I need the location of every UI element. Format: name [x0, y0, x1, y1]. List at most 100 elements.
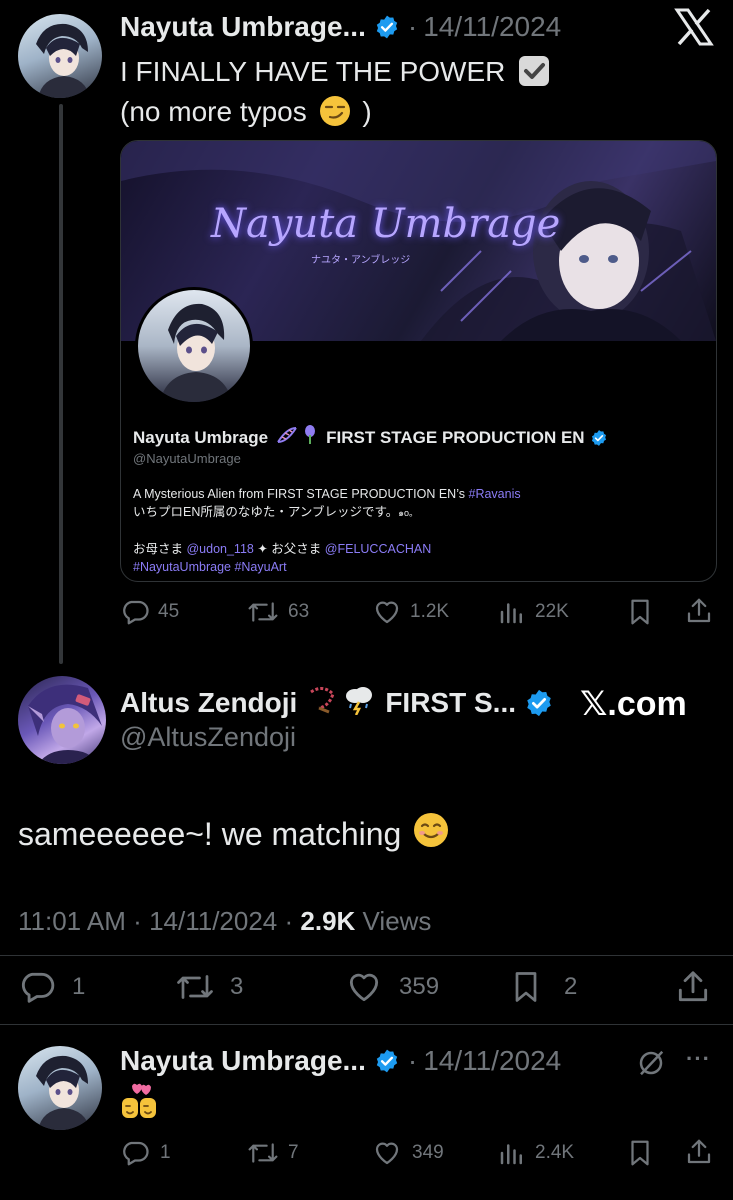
tweet-meta: 11:01 AM · 14/11/2024 · 2.9K Views	[18, 906, 431, 937]
reply-button[interactable]: 45	[120, 597, 179, 627]
dna-emoji-icon	[276, 426, 298, 449]
storm-cloud-emoji-icon	[343, 685, 375, 722]
card-bio-kaomoji: ๑o。	[398, 508, 418, 518]
prayer-beads-emoji-icon	[307, 686, 337, 721]
card-avatar	[135, 287, 253, 405]
card-handle: @NayutaUmbrage	[133, 451, 241, 466]
banner-title: Nayuta Umbrage	[211, 201, 561, 247]
author-name[interactable]: Nayuta Umbrage...	[120, 11, 366, 43]
share-icon[interactable]	[684, 1137, 714, 1167]
avatar-portrait	[36, 1055, 90, 1130]
author-avatar[interactable]	[18, 1046, 102, 1130]
reply-icon	[21, 972, 55, 1003]
faces-hearts-emoji-icon	[122, 1083, 156, 1118]
verified-badge-icon	[376, 1049, 398, 1073]
reply-button[interactable]: 1	[120, 1138, 171, 1168]
separator-dot: ·	[133, 906, 150, 936]
tweet-date[interactable]: 14/11/2024	[149, 906, 277, 936]
bookmark-count: 2	[564, 973, 578, 1000]
tweet-date[interactable]: 14/11/2024	[423, 1045, 561, 1077]
bookmark-icon[interactable]	[625, 597, 655, 627]
repost-count: 3	[230, 973, 244, 1000]
card-bio-mother: お母さま	[133, 542, 187, 556]
card-bio-line3: お母さま @udon_118 ✦ お父さま @FELUCCACHAN	[133, 540, 521, 558]
reply-button[interactable]: 1	[18, 968, 85, 1006]
repost-count: 7	[288, 1142, 299, 1163]
tweet-text-paren-close: )	[362, 96, 372, 127]
smiling-emoji-icon	[413, 812, 449, 856]
heart-icon	[375, 601, 399, 624]
repost-icon	[248, 1143, 278, 1163]
mention-link[interactable]: @FELUCCACHAN	[325, 542, 431, 556]
tweet-header: Nayuta Umbrage... · 14/11/2024	[120, 8, 561, 46]
tweet-text-paren: (no more typos	[120, 96, 307, 127]
tweet-text-line2: (no more typos )	[120, 92, 549, 132]
separator-dot: ·	[284, 906, 301, 936]
views-count: 2.4K	[535, 1142, 575, 1163]
card-bio-line4: #NayutaUmbrage #NayuArt	[133, 558, 521, 576]
avatar-portrait	[36, 23, 90, 98]
tweet-date[interactable]: 14/11/2024	[423, 11, 561, 43]
hashtag-link[interactable]: #NayutaUmbrage	[133, 560, 231, 574]
avatar-portrait	[28, 684, 102, 764]
like-count: 349	[412, 1142, 444, 1163]
tweet-emoji-content	[120, 1082, 160, 1125]
card-bio-line1: A Mysterious Alien from FIRST STAGE PROD…	[133, 485, 521, 503]
x-logo-icon[interactable]	[674, 8, 714, 46]
reply-count: 45	[158, 601, 180, 622]
views-button[interactable]: 2.4K	[497, 1138, 574, 1168]
more-options-icon[interactable]: ···	[686, 1046, 711, 1072]
reply-count: 1	[160, 1142, 171, 1163]
reply-icon	[123, 1141, 149, 1166]
reply-count: 1	[72, 973, 86, 1000]
author-avatar[interactable]	[18, 676, 106, 764]
repost-count: 63	[288, 601, 310, 622]
separator-dot: ·	[407, 1045, 418, 1076]
repost-button[interactable]: 63	[246, 597, 309, 627]
repost-button[interactable]: 7	[246, 1138, 299, 1168]
hashtag-link[interactable]: #Ravanis	[469, 487, 521, 501]
views-count[interactable]: 2.9K	[300, 906, 355, 936]
author-name[interactable]: Altus Zendoji	[120, 687, 297, 719]
card-bio-text: A Mysterious Alien from FIRST STAGE PROD…	[133, 487, 469, 501]
bookmark-icon[interactable]	[625, 1138, 655, 1168]
mention-link[interactable]: @udon_118	[186, 542, 253, 556]
tweet-header: Nayuta Umbrage... · 14/11/2024	[120, 1042, 561, 1080]
check-emoji-icon	[519, 56, 550, 86]
thread-line	[59, 104, 63, 664]
xcom-watermark: 𝕏.com	[580, 685, 687, 723]
views-chart-icon	[500, 1144, 522, 1165]
views-chart-icon	[500, 603, 522, 624]
like-button[interactable]: 349	[372, 1138, 444, 1168]
divider	[0, 955, 733, 956]
card-bio: A Mysterious Alien from FIRST STAGE PROD…	[133, 485, 521, 576]
card-bio-father: ✦ お父さま	[253, 542, 325, 556]
like-button[interactable]: 359	[345, 968, 439, 1006]
author-avatar[interactable]	[18, 14, 102, 98]
like-count: 359	[399, 973, 440, 1000]
author-name-suffix[interactable]: FIRST S...	[385, 687, 516, 719]
flower-emoji-icon	[302, 425, 318, 450]
card-profile-name-row: Nayuta Umbrage FIRST STAGE PRODUCTION EN	[133, 425, 608, 450]
grok-icon[interactable]	[636, 1048, 666, 1078]
reply-icon	[123, 600, 149, 625]
author-handle[interactable]: @AltusZendoji	[120, 722, 296, 753]
views-button[interactable]: 22K	[497, 597, 569, 627]
separator-dot: ·	[407, 11, 418, 42]
share-icon[interactable]	[684, 596, 714, 626]
repost-button[interactable]: 3	[174, 968, 243, 1006]
like-button[interactable]: 1.2K	[372, 597, 449, 627]
views-count: 22K	[535, 601, 569, 622]
card-profile-suffix: FIRST STAGE PRODUCTION EN	[326, 427, 585, 447]
tweet-text: sameeeeee~! we matching	[18, 812, 449, 856]
hashtag-link[interactable]: #NayuArt	[234, 560, 286, 574]
bookmark-icon	[515, 972, 537, 1002]
tweet-text: I FINALLY HAVE THE POWER (no more typos …	[120, 52, 550, 132]
profile-card[interactable]: Nayuta Umbrage ナユタ・アンブレッジ Nayuta Umbrage	[120, 140, 717, 582]
tweet-time[interactable]: 11:01 AM	[18, 906, 126, 936]
share-icon[interactable]	[674, 968, 712, 1006]
bookmark-button[interactable]: 2	[508, 968, 577, 1006]
card-profile-name: Nayuta Umbrage	[133, 427, 269, 447]
banner-subtitle: ナユタ・アンブレッジ	[311, 255, 411, 266]
author-name[interactable]: Nayuta Umbrage...	[120, 1045, 366, 1077]
